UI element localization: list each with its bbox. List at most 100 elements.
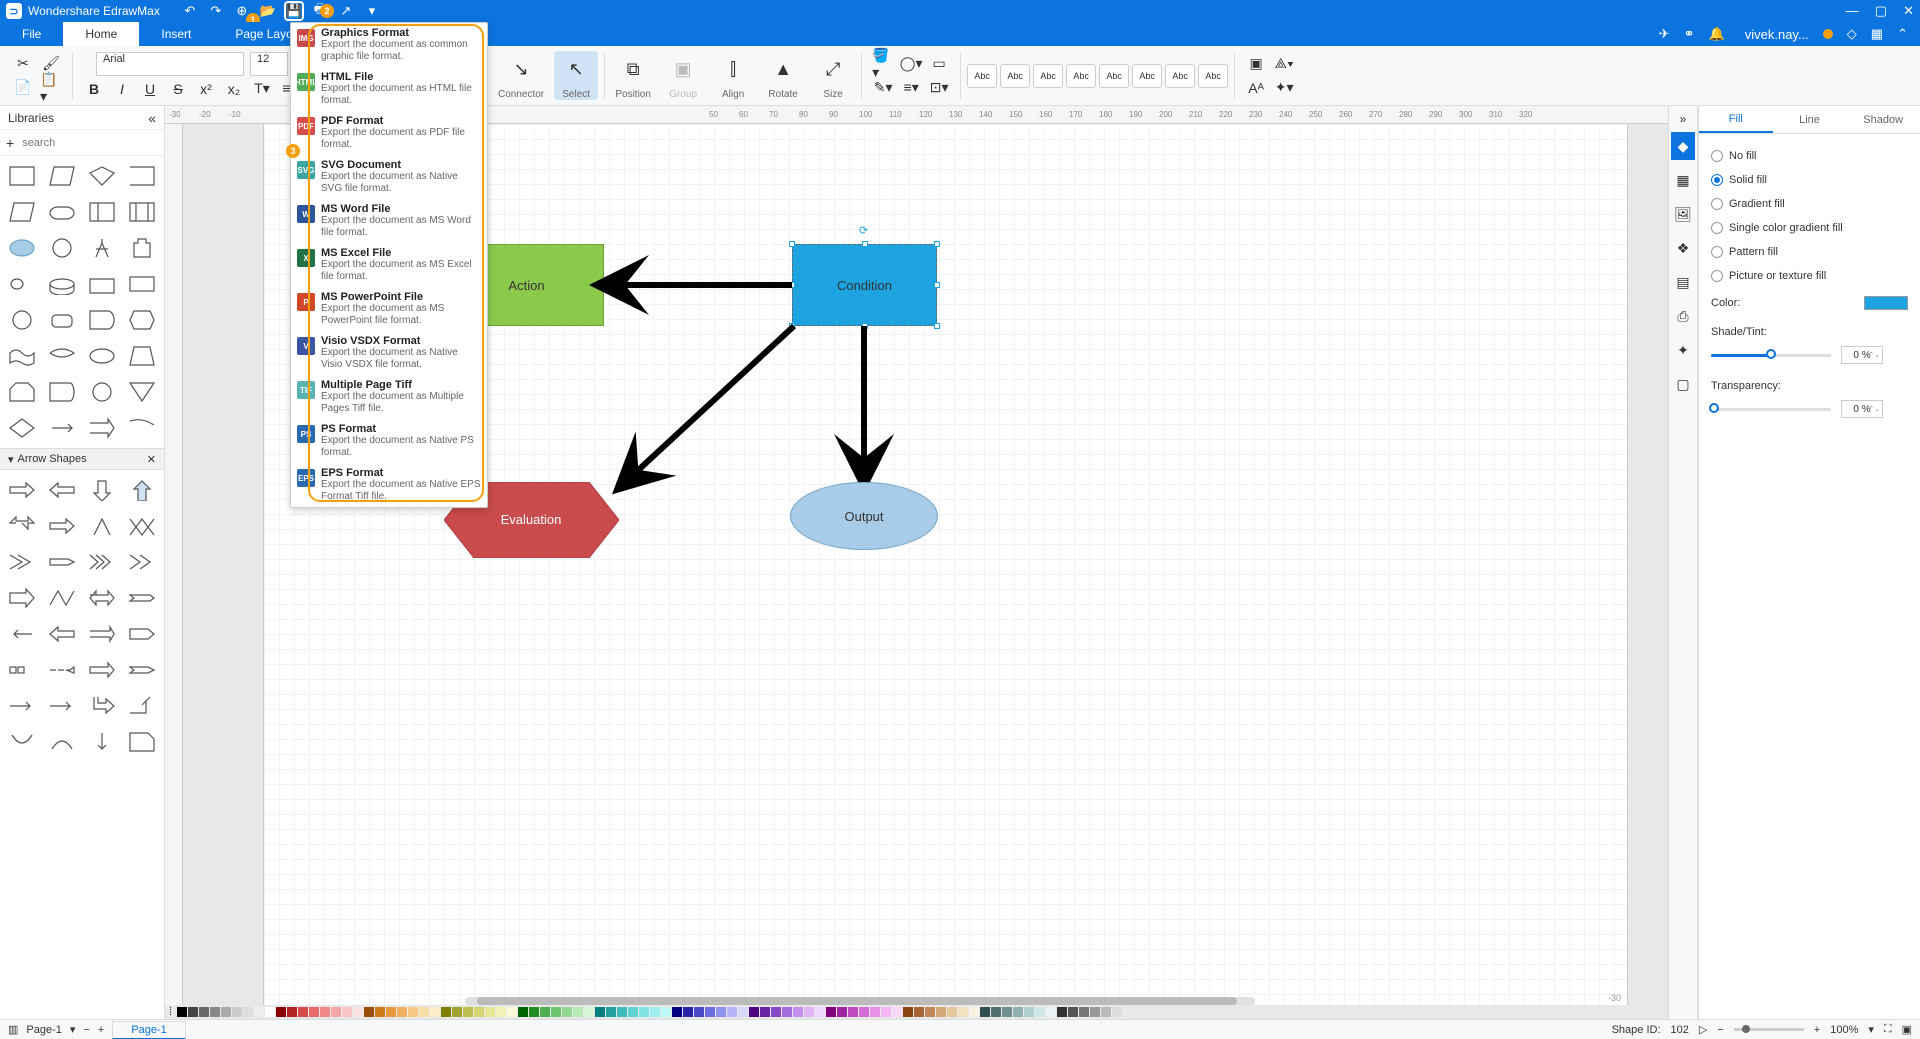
color-swatch[interactable] <box>1864 296 1908 310</box>
color-swatch[interactable] <box>903 1007 913 1017</box>
arrow-stencil[interactable] <box>124 510 160 542</box>
color-swatch[interactable] <box>826 1007 836 1017</box>
color-swatch[interactable] <box>320 1007 330 1017</box>
arrow-stencil[interactable] <box>84 618 120 650</box>
arrow-stencil[interactable] <box>44 510 80 542</box>
arrow-stencil[interactable] <box>84 654 120 686</box>
color-swatch[interactable] <box>914 1007 924 1017</box>
layers-tool-icon[interactable]: ❖ <box>1671 234 1695 262</box>
collapse-panel-icon[interactable]: « <box>148 110 156 126</box>
shape-stencil[interactable] <box>44 232 80 264</box>
shape-stencil[interactable] <box>84 232 120 264</box>
export-item-gfx[interactable]: IMGGraphics FormatExport the document as… <box>291 23 487 67</box>
zoom-in-icon[interactable]: + <box>1814 1024 1820 1036</box>
color-swatch[interactable] <box>628 1007 638 1017</box>
menu-insert[interactable]: Insert <box>139 22 213 46</box>
export-dropdown-icon[interactable]: ▾ 2 <box>364 3 380 19</box>
color-swatch[interactable] <box>573 1007 583 1017</box>
arrow-stencil[interactable] <box>4 474 40 506</box>
color-swatch[interactable] <box>749 1007 759 1017</box>
color-swatch[interactable] <box>958 1007 968 1017</box>
shape-output[interactable]: Output <box>790 482 938 550</box>
shape-stencil[interactable] <box>44 340 80 372</box>
color-swatch[interactable] <box>892 1007 902 1017</box>
shape-stencil[interactable] <box>124 196 160 228</box>
color-swatch[interactable] <box>210 1007 220 1017</box>
chevron-down-icon[interactable]: ▾ <box>70 1023 76 1036</box>
arrow-stencil[interactable] <box>4 690 40 722</box>
page-tab[interactable]: Page-1 <box>112 1021 185 1039</box>
apps-icon[interactable]: ▦ <box>1871 26 1883 42</box>
theme-icon[interactable]: ◇ <box>1847 26 1857 42</box>
fill-color-icon[interactable]: 🪣▾ <box>872 53 894 75</box>
color-swatch[interactable] <box>353 1007 363 1017</box>
color-swatch[interactable] <box>1068 1007 1078 1017</box>
minimize-icon[interactable]: — <box>1846 3 1859 19</box>
line-dash-icon[interactable]: ⊡▾ <box>928 77 950 99</box>
radio-no-fill[interactable]: No fill <box>1711 144 1908 168</box>
color-swatch[interactable] <box>694 1007 704 1017</box>
export-item-ppt[interactable]: PMS PowerPoint FileExport the document a… <box>291 287 487 331</box>
export-item-pdf[interactable]: PDFPDF FormatExport the document as PDF … <box>291 111 487 155</box>
shape-stencil[interactable] <box>44 160 80 192</box>
ribbon-collapse-icon[interactable]: ⌃ <box>1897 26 1908 42</box>
transparency-value[interactable]: 0 % <box>1841 400 1883 418</box>
color-swatch[interactable] <box>309 1007 319 1017</box>
radio-single-gradient-fill[interactable]: Single color gradient fill <box>1711 216 1908 240</box>
color-swatch[interactable] <box>793 1007 803 1017</box>
tab-shadow[interactable]: Shadow <box>1846 106 1920 133</box>
font-color-icon[interactable]: T▾ <box>251 78 273 100</box>
open-icon[interactable]: 📂 <box>260 3 276 19</box>
strikethrough-icon[interactable]: S <box>167 78 189 100</box>
arrow-stencil[interactable] <box>84 690 120 722</box>
position-button[interactable]: ⧉ <box>615 51 651 87</box>
color-swatch[interactable] <box>771 1007 781 1017</box>
style-thumb[interactable]: Abc <box>1066 64 1096 88</box>
shape-stencil[interactable] <box>124 340 160 372</box>
tab-fill[interactable]: Fill <box>1699 106 1773 133</box>
add-library-icon[interactable]: + <box>6 135 14 151</box>
maximize-icon[interactable]: ▢ <box>1875 3 1887 19</box>
shape-stencil[interactable] <box>4 304 40 336</box>
arrow-stencil[interactable] <box>124 474 160 506</box>
menu-home[interactable]: Home <box>63 22 139 46</box>
color-swatch[interactable] <box>232 1007 242 1017</box>
color-swatch[interactable] <box>848 1007 858 1017</box>
font-family-select[interactable]: Arial <box>96 52 244 76</box>
color-swatch[interactable] <box>463 1007 473 1017</box>
shape-stencil[interactable] <box>84 304 120 336</box>
export-item-tiff[interactable]: TIFMultiple Page TiffExport the document… <box>291 375 487 419</box>
color-swatch[interactable] <box>254 1007 264 1017</box>
page-tool-icon[interactable]: ▤ <box>1671 268 1695 296</box>
shape-stencil[interactable] <box>44 304 80 336</box>
shape-condition[interactable]: Condition <box>792 244 937 326</box>
shape-stencil[interactable] <box>124 268 160 300</box>
radio-gradient-fill[interactable]: Gradient fill <box>1711 192 1908 216</box>
chevron-down-icon[interactable]: ▾ <box>8 453 14 466</box>
color-swatch[interactable] <box>1024 1007 1034 1017</box>
italic-icon[interactable]: I <box>111 78 133 100</box>
transparency-slider[interactable] <box>1711 408 1831 411</box>
shape-stencil[interactable] <box>4 376 40 408</box>
text-tool-icon[interactable]: Aᴬ <box>1245 77 1267 99</box>
arrow-stencil[interactable] <box>4 618 40 650</box>
color-swatch[interactable] <box>815 1007 825 1017</box>
export-item-excel[interactable]: XMS Excel FileExport the document as MS … <box>291 243 487 287</box>
color-swatch[interactable] <box>837 1007 847 1017</box>
select-button[interactable]: ↖ <box>558 51 594 87</box>
bold-icon[interactable]: B <box>83 78 105 100</box>
align-button[interactable]: ⫿ <box>715 51 751 87</box>
copy-icon[interactable]: 📄 <box>12 77 34 99</box>
arrow-stencil[interactable] <box>84 474 120 506</box>
color-swatch[interactable] <box>287 1007 297 1017</box>
export-item-svg[interactable]: SVGSVG DocumentExport the document as Na… <box>291 155 487 199</box>
focus-icon[interactable]: ✦▾ <box>1273 77 1295 99</box>
arrow-stencil[interactable] <box>84 510 120 542</box>
font-size-select[interactable]: 12 <box>250 52 288 76</box>
size-button[interactable]: ⤢ <box>815 51 851 87</box>
arrow-stencil[interactable] <box>124 726 160 758</box>
connector-button[interactable]: ↘ <box>503 51 539 87</box>
underline-icon[interactable]: U <box>139 78 161 100</box>
rotate-button[interactable]: ▲ <box>765 51 801 87</box>
undo-icon[interactable]: ↶ <box>182 3 198 19</box>
